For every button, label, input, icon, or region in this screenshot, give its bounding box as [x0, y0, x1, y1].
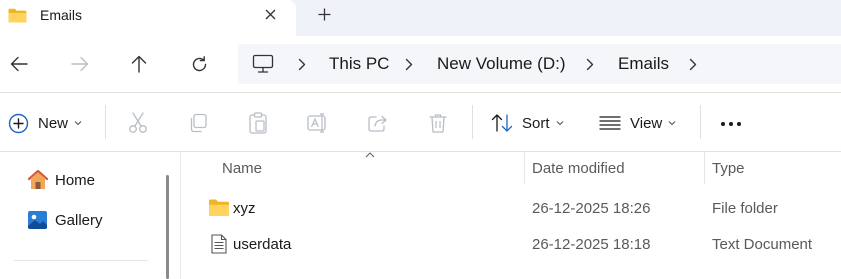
sidebar-item-label: Gallery: [55, 211, 103, 229]
new-label: New: [38, 114, 69, 132]
rename-icon[interactable]: [307, 112, 329, 134]
share-icon[interactable]: [367, 112, 389, 134]
divider: [14, 260, 148, 261]
copy-icon[interactable]: [187, 112, 209, 134]
sort-button[interactable]: Sort: [491, 110, 564, 136]
sidebar-item-gallery[interactable]: Gallery: [27, 208, 103, 232]
breadcrumb-emails[interactable]: Emails: [618, 54, 669, 74]
address-bar[interactable]: This PC New Volume (D:) Emails: [238, 44, 841, 84]
gallery-icon: [28, 211, 47, 229]
file-name: userdata: [233, 236, 292, 253]
toolbar-divider: [105, 105, 106, 139]
view-label: View: [630, 114, 663, 132]
toolbar-divider: [700, 105, 701, 139]
column-divider[interactable]: [524, 152, 525, 184]
back-button[interactable]: [6, 51, 32, 77]
new-button[interactable]: New: [8, 110, 82, 136]
arrow-right-icon: [71, 56, 89, 72]
delete-icon[interactable]: [427, 112, 449, 134]
chevron-down-icon: [74, 121, 82, 126]
folder-icon: [209, 199, 229, 216]
plus-icon: [318, 8, 330, 20]
chevron-right-icon[interactable]: [687, 56, 699, 72]
sort-icon: [491, 114, 513, 132]
add-circle-icon: [8, 113, 29, 133]
up-button[interactable]: [126, 51, 152, 77]
breadcrumb-new-volume[interactable]: New Volume (D:): [437, 54, 565, 74]
chevron-down-icon: [556, 121, 563, 126]
forward-button[interactable]: [67, 51, 93, 77]
refresh-button[interactable]: [186, 51, 212, 77]
view-button[interactable]: View: [599, 110, 676, 136]
file-date-modified: 26-12-2025 18:26: [532, 200, 651, 217]
file-type: Text Document: [712, 236, 813, 253]
arrow-up-icon: [131, 55, 147, 73]
view-list-icon: [599, 116, 621, 130]
more-options-icon[interactable]: [720, 113, 742, 135]
chevron-right-icon[interactable]: [296, 56, 308, 72]
column-header-date-modified[interactable]: Date modified: [532, 160, 625, 178]
file-list: Name Date modified Type xyz 26-12-2025 1…: [181, 152, 841, 279]
table-row[interactable]: userdata 26-12-2025 18:18 Text Document: [181, 228, 841, 262]
sidebar-scrollbar[interactable]: [166, 175, 169, 279]
home-icon: [27, 169, 49, 189]
navigation-pane: Home Gallery: [0, 152, 160, 279]
sidebar-item-label: Home: [55, 171, 96, 189]
refresh-icon: [192, 55, 206, 71]
computer-icon: [252, 54, 274, 73]
column-header-name[interactable]: Name: [222, 160, 262, 178]
paste-icon[interactable]: [247, 112, 269, 134]
tab-title: Emails: [40, 7, 83, 23]
chevron-right-icon[interactable]: [584, 56, 596, 72]
file-name: xyz: [233, 200, 256, 217]
sort-ascending-icon: [365, 152, 375, 158]
sort-label: Sort: [522, 114, 550, 132]
folder-icon: [8, 8, 27, 23]
sidebar-item-home[interactable]: Home: [27, 168, 95, 192]
chevron-right-icon[interactable]: [403, 56, 415, 72]
toolbar-divider: [472, 105, 473, 139]
cut-icon[interactable]: [127, 112, 149, 134]
command-bar: New Sort View: [0, 93, 841, 151]
tab-emails[interactable]: Emails: [0, 0, 296, 36]
tab-strip: Emails: [0, 0, 841, 36]
close-icon[interactable]: [259, 3, 281, 25]
file-type: File folder: [712, 200, 778, 217]
arrow-left-icon: [10, 56, 28, 72]
text-file-icon: [211, 234, 227, 254]
file-date-modified: 26-12-2025 18:18: [532, 236, 651, 253]
column-divider[interactable]: [704, 152, 705, 184]
navigation-bar: This PC New Volume (D:) Emails: [0, 36, 841, 92]
table-row[interactable]: xyz 26-12-2025 18:26 File folder: [181, 192, 841, 226]
breadcrumb-this-pc[interactable]: This PC: [329, 54, 389, 74]
new-tab-button[interactable]: [313, 3, 335, 25]
chevron-down-icon: [668, 121, 676, 126]
column-header-type[interactable]: Type: [712, 160, 745, 178]
